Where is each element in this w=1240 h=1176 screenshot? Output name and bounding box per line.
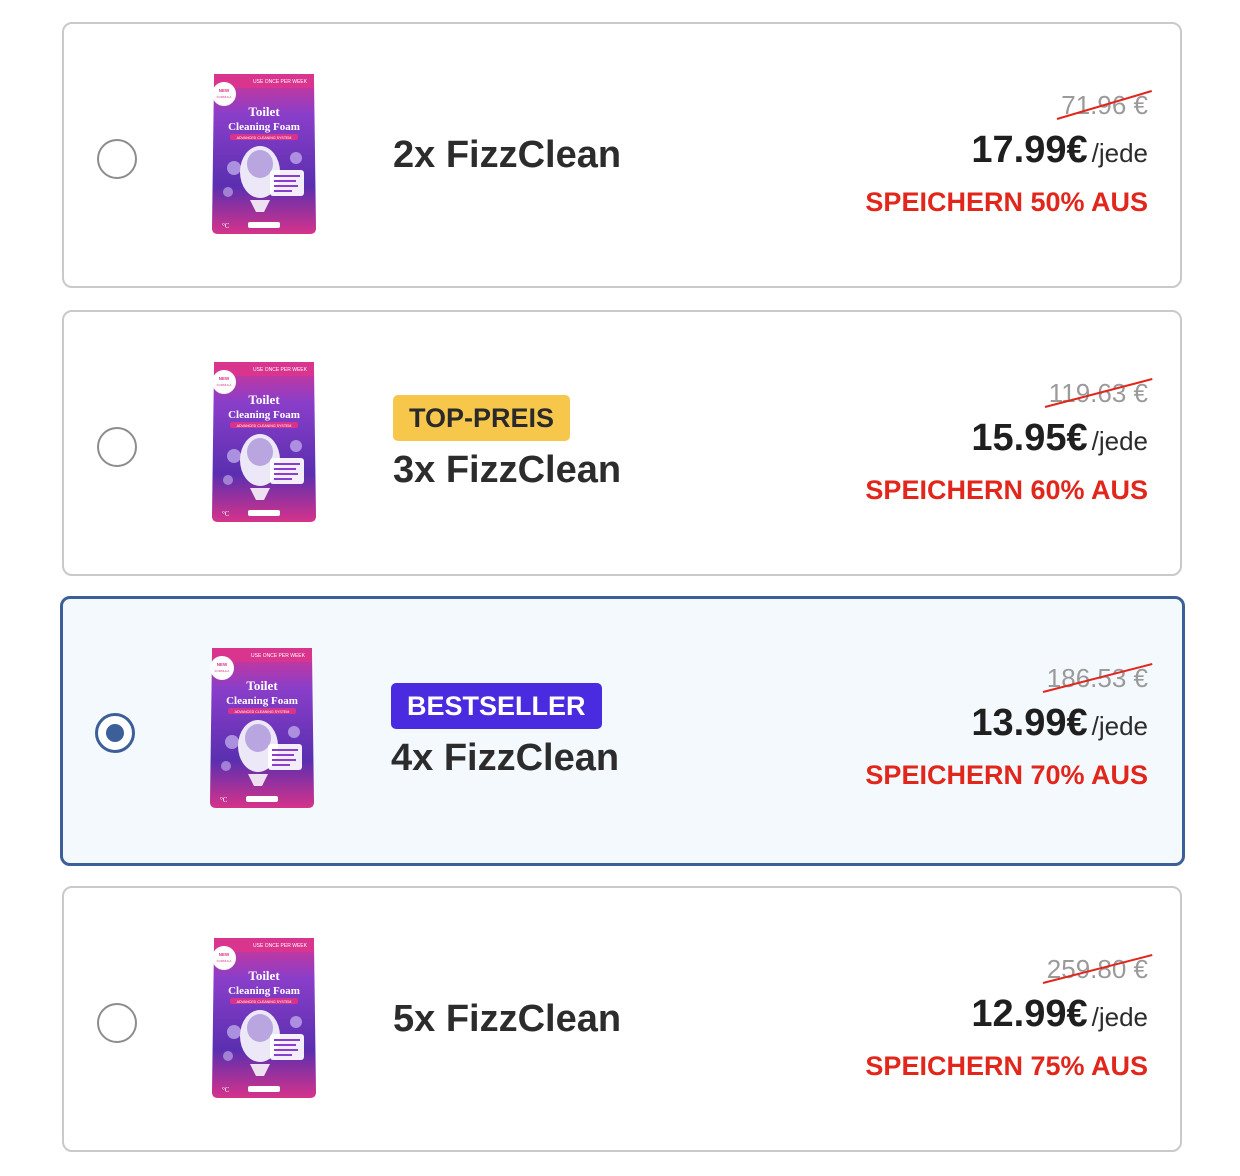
strike-line [1043,663,1152,693]
radio-button[interactable] [97,139,137,179]
price-unit: /jede [1091,138,1148,168]
price-unit: /jede [1091,426,1148,456]
svg-text:Cleaning Foam: Cleaning Foam [228,985,300,997]
option-title: 2x FizzClean [393,134,622,176]
price-unit: /jede [1091,1002,1148,1032]
new-price-row: 13.99€/jede [768,701,1148,753]
svg-text:NEW: NEW [219,376,230,381]
price-block: 186.53 € 13.99€/jede SPEICHERN 70% AUS [768,663,1148,791]
savings-label: SPEICHERN 70% AUS [865,760,1148,790]
product-pouch-image: USE ONCE PER WEEK NEW FORMULA Toilet Cle… [210,360,318,524]
svg-text:NEW: NEW [217,662,228,667]
svg-text:NEW: NEW [219,952,230,957]
option-title: 3x FizzClean [393,448,622,491]
new-price-row: 15.95€/jede [768,416,1148,468]
strike-line [1057,90,1152,120]
new-price: 12.99€ [971,993,1088,1035]
svg-text:Toilet: Toilet [248,968,280,983]
new-price: 15.95€ [971,417,1088,459]
svg-text:Cleaning Foam: Cleaning Foam [228,121,300,133]
svg-text:°C: °C [222,1086,230,1094]
svg-text:Toilet: Toilet [248,392,280,407]
price-block: 71.96 € 17.99€/jede SPEICHERN 50% AUS [768,90,1148,218]
svg-text:Toilet: Toilet [246,678,278,693]
option-name-block: 2x FizzClean [393,24,621,286]
svg-text:°C: °C [222,510,230,518]
strike-line [1045,378,1152,408]
new-price-row: 12.99€/jede [768,992,1148,1044]
svg-text:ADVANCED CLEANING SYSTEM: ADVANCED CLEANING SYSTEM [237,424,292,428]
new-price: 17.99€ [971,129,1088,171]
product-pouch-image: USE ONCE PER WEEK NEW FORMULA Toilet Cle… [208,646,316,810]
svg-text:FORMULA: FORMULA [217,95,232,99]
radio-button[interactable] [95,713,135,753]
bundle-option-2x[interactable]: USE ONCE PER WEEK NEW FORMULA Toilet Cle… [62,22,1182,288]
radio-button[interactable] [97,427,137,467]
option-name-block: TOP-PREIS 3x FizzClean [393,312,621,574]
new-price-row: 17.99€/jede [768,128,1148,180]
strike-line [1043,954,1152,984]
bundle-option-4x[interactable]: USE ONCE PER WEEK NEW FORMULA Toilet Cle… [60,596,1185,866]
product-pouch-image: USE ONCE PER WEEK NEW FORMULA Toilet Cle… [210,72,318,236]
svg-text:Cleaning Foam: Cleaning Foam [226,695,298,707]
svg-text:NEW: NEW [219,88,230,93]
svg-text:FORMULA: FORMULA [217,959,232,963]
svg-text:°C: °C [222,222,230,230]
old-price: 186.53 € [1047,663,1148,693]
svg-text:°C: °C [220,796,228,804]
option-name-block: 5x FizzClean [393,888,621,1150]
old-price: 71.96 € [1061,90,1148,120]
radio-button[interactable] [97,1003,137,1043]
svg-text:Toilet: Toilet [248,104,280,119]
price-block: 259.80 € 12.99€/jede SPEICHERN 75% AUS [768,954,1148,1082]
old-price: 119.63 € [1049,378,1148,408]
svg-text:USE ONCE PER WEEK: USE ONCE PER WEEK [251,653,306,659]
svg-text:FORMULA: FORMULA [217,383,232,387]
product-pouch-image: USE ONCE PER WEEK NEW FORMULA Toilet Cle… [210,936,318,1100]
svg-text:USE ONCE PER WEEK: USE ONCE PER WEEK [253,367,308,373]
svg-text:USE ONCE PER WEEK: USE ONCE PER WEEK [253,79,308,85]
price-unit: /jede [1091,711,1148,741]
savings-label: SPEICHERN 75% AUS [865,1051,1148,1081]
savings-label: SPEICHERN 60% AUS [865,475,1148,505]
svg-text:Cleaning Foam: Cleaning Foam [228,409,300,421]
svg-text:ADVANCED CLEANING SYSTEM: ADVANCED CLEANING SYSTEM [237,136,292,140]
bundle-option-3x[interactable]: USE ONCE PER WEEK NEW FORMULA Toilet Cle… [62,310,1182,576]
svg-text:ADVANCED CLEANING SYSTEM: ADVANCED CLEANING SYSTEM [235,710,290,714]
svg-text:ADVANCED CLEANING SYSTEM: ADVANCED CLEANING SYSTEM [237,1000,292,1004]
price-block: 119.63 € 15.95€/jede SPEICHERN 60% AUS [768,378,1148,506]
savings-label: SPEICHERN 50% AUS [865,187,1148,217]
old-price: 259.80 € [1047,954,1148,984]
option-title: 4x FizzClean [391,736,620,779]
bestseller-badge: BESTSELLER [391,682,602,729]
option-name-block: BESTSELLER 4x FizzClean [391,599,619,863]
svg-text:USE ONCE PER WEEK: USE ONCE PER WEEK [253,943,308,949]
new-price: 13.99€ [971,702,1088,744]
radio-dot-icon [106,724,124,742]
bundle-option-5x[interactable]: USE ONCE PER WEEK NEW FORMULA Toilet Cle… [62,886,1182,1152]
svg-text:FORMULA: FORMULA [215,669,230,673]
top-price-badge: TOP-PREIS [393,394,571,441]
option-title: 5x FizzClean [393,998,622,1040]
